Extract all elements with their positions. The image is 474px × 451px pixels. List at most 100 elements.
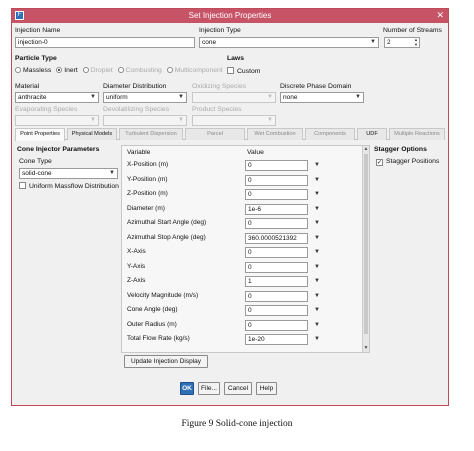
- table-row-variable: Z-Axis: [127, 277, 146, 284]
- file-button[interactable]: File...: [198, 382, 220, 395]
- table-row-variable: Y-Position (m): [127, 175, 168, 183]
- discrete-phase-domain-value: none: [283, 94, 298, 101]
- particle-type-heading: Particle Type: [15, 55, 57, 62]
- table-scrollbar[interactable]: ▲ ▼: [362, 146, 369, 352]
- stepper-down-icon[interactable]: ▼: [414, 43, 418, 47]
- table-row-value-input[interactable]: 0: [245, 218, 308, 229]
- close-icon[interactable]: ✕: [436, 10, 444, 21]
- table-row-value-input[interactable]: 0: [245, 305, 308, 316]
- radio-icon: [166, 67, 173, 73]
- column-header-value: Value: [247, 149, 264, 156]
- table-row-value-input[interactable]: 1e-6: [245, 203, 308, 215]
- chevron-down-icon[interactable]: ▼: [314, 322, 320, 328]
- discrete-phase-domain-dropdown[interactable]: none ▼: [280, 92, 364, 103]
- tab-multiple-reactions[interactable]: Multiple Reactions: [389, 128, 445, 140]
- material-dropdown[interactable]: anthracite ▼: [15, 92, 99, 103]
- custom-laws-checkbox[interactable]: Custom: [227, 67, 260, 75]
- uniform-massflow-checkbox[interactable]: Uniform Massflow Distribution: [19, 182, 119, 190]
- devolatilizing-species-label: Devolatilizing Species: [103, 106, 170, 113]
- table-row-variable: Azimuthal Start Angle (deg): [127, 219, 207, 226]
- table-row-variable: Diameter (m): [127, 204, 165, 212]
- chevron-down-icon[interactable]: ▼: [314, 336, 320, 342]
- help-button[interactable]: Help: [256, 382, 277, 395]
- devolatilizing-species-dropdown[interactable]: ▼: [103, 115, 187, 126]
- point-properties-table: Variable Value X-Position (m) 0 ▼ Y-Positio…: [121, 145, 370, 353]
- tab-parcel[interactable]: Parcel: [185, 128, 245, 140]
- radio-multicomponent[interactable]: Multicomponent: [166, 67, 223, 74]
- chevron-down-icon[interactable]: ▼: [314, 220, 320, 226]
- tab-turbulent-dispersion[interactable]: Turbulent Dispersion: [119, 128, 183, 140]
- table-row-value-input[interactable]: 0: [245, 247, 308, 258]
- product-species-dropdown[interactable]: ▼: [192, 115, 276, 126]
- tab-point-properties[interactable]: Point Properties: [15, 128, 65, 141]
- ok-button[interactable]: OK: [180, 382, 194, 395]
- chevron-down-icon[interactable]: ▼: [314, 177, 320, 183]
- chevron-down-icon[interactable]: ▼: [314, 293, 320, 299]
- tab-physical-models[interactable]: Physical Models: [67, 128, 117, 140]
- radio-massless[interactable]: Massless: [15, 67, 51, 74]
- scrollbar-thumb[interactable]: [364, 154, 368, 334]
- number-of-streams-stepper[interactable]: 2 ▲ ▼: [384, 37, 420, 48]
- radio-icon: [82, 67, 89, 73]
- oxidizing-species-label: Oxidizing Species: [192, 83, 247, 90]
- oxidizing-species-dropdown[interactable]: ▼: [192, 92, 276, 103]
- chevron-down-icon: ▼: [267, 117, 273, 123]
- discrete-phase-domain-label: Discrete Phase Domain: [280, 83, 352, 90]
- injection-name-input[interactable]: injection-0: [15, 37, 195, 48]
- table-row-value-input[interactable]: 0: [245, 174, 308, 186]
- injection-type-label: Injection Type: [199, 27, 241, 34]
- chevron-down-icon[interactable]: ▼: [314, 162, 320, 168]
- evaporating-species-dropdown[interactable]: ▼: [15, 115, 99, 126]
- table-row-value-input[interactable]: 0: [245, 160, 308, 171]
- diameter-distribution-label: Diameter Distribution: [103, 83, 167, 90]
- table-row-variable: Outer Radius (m): [127, 320, 177, 328]
- table-row-value-input[interactable]: 360.0000521392: [245, 232, 308, 244]
- set-injection-properties-dialog: F Set Injection Properties ✕ Injection N…: [11, 8, 449, 406]
- chevron-down-icon[interactable]: ▼: [314, 264, 320, 270]
- radio-combusting[interactable]: Combusting: [117, 67, 162, 74]
- chevron-down-icon: ▼: [267, 94, 273, 100]
- table-row-value-input[interactable]: 1e-20: [245, 334, 308, 345]
- chevron-down-icon[interactable]: ▼: [314, 235, 320, 241]
- table-row-variable: Cone Angle (deg): [127, 306, 178, 313]
- cancel-button[interactable]: Cancel: [224, 382, 252, 395]
- number-of-streams-value: 2: [387, 39, 391, 46]
- tab-components[interactable]: Components: [305, 128, 355, 140]
- table-row-value-input[interactable]: 1: [245, 276, 308, 287]
- table-row-variable: Y-Axis: [127, 262, 146, 270]
- table-row-value-input[interactable]: 0: [245, 189, 308, 200]
- cone-type-value: solid-cone: [22, 170, 52, 177]
- cone-type-dropdown[interactable]: solid-cone ▼: [19, 168, 118, 179]
- table-row-variable: Total Flow Rate (kg/s): [127, 335, 190, 342]
- chevron-down-icon: ▼: [90, 94, 96, 100]
- table-row-value-input[interactable]: 0: [245, 290, 308, 302]
- chevron-down-icon: ▼: [90, 117, 96, 123]
- tab-wet-combustion[interactable]: Wet Combustion: [247, 128, 303, 140]
- chevron-down-icon[interactable]: ▼: [314, 191, 320, 197]
- chevron-down-icon[interactable]: ▼: [314, 249, 320, 255]
- checkbox-icon: [227, 67, 234, 74]
- properties-tab-bar: Point Properties Physical Models Turbule…: [15, 128, 445, 141]
- tab-udf[interactable]: UDF: [357, 128, 387, 140]
- table-row-value-input[interactable]: 0: [245, 261, 308, 273]
- table-row-variable: X-Position (m): [127, 161, 169, 168]
- radio-icon: [117, 67, 124, 73]
- table-row-value-input[interactable]: 0: [245, 319, 308, 331]
- scroll-down-icon[interactable]: ▼: [363, 345, 369, 352]
- table-row-variable: X-Axis: [127, 248, 146, 255]
- radio-inert[interactable]: Inert: [56, 67, 78, 74]
- evaporating-species-label: Evaporating Species: [15, 106, 78, 113]
- chevron-down-icon[interactable]: ▼: [314, 206, 320, 212]
- material-value: anthracite: [18, 94, 47, 101]
- title-bar[interactable]: F Set Injection Properties ✕: [12, 9, 448, 23]
- diameter-distribution-dropdown[interactable]: uniform ▼: [103, 92, 187, 103]
- chevron-down-icon[interactable]: ▼: [314, 307, 320, 313]
- update-injection-display-button[interactable]: Update Injection Display: [124, 355, 208, 368]
- stagger-positions-checkbox[interactable]: ✓ Stagger Positions: [376, 158, 439, 166]
- product-species-label: Product Species: [192, 106, 242, 113]
- radio-droplet[interactable]: Droplet: [82, 67, 113, 74]
- injection-type-dropdown[interactable]: cone ▼: [199, 37, 379, 48]
- table-row-variable: Azimuthal Stop Angle (deg): [127, 233, 206, 241]
- scroll-up-icon[interactable]: ▲: [363, 146, 369, 153]
- chevron-down-icon[interactable]: ▼: [314, 278, 320, 284]
